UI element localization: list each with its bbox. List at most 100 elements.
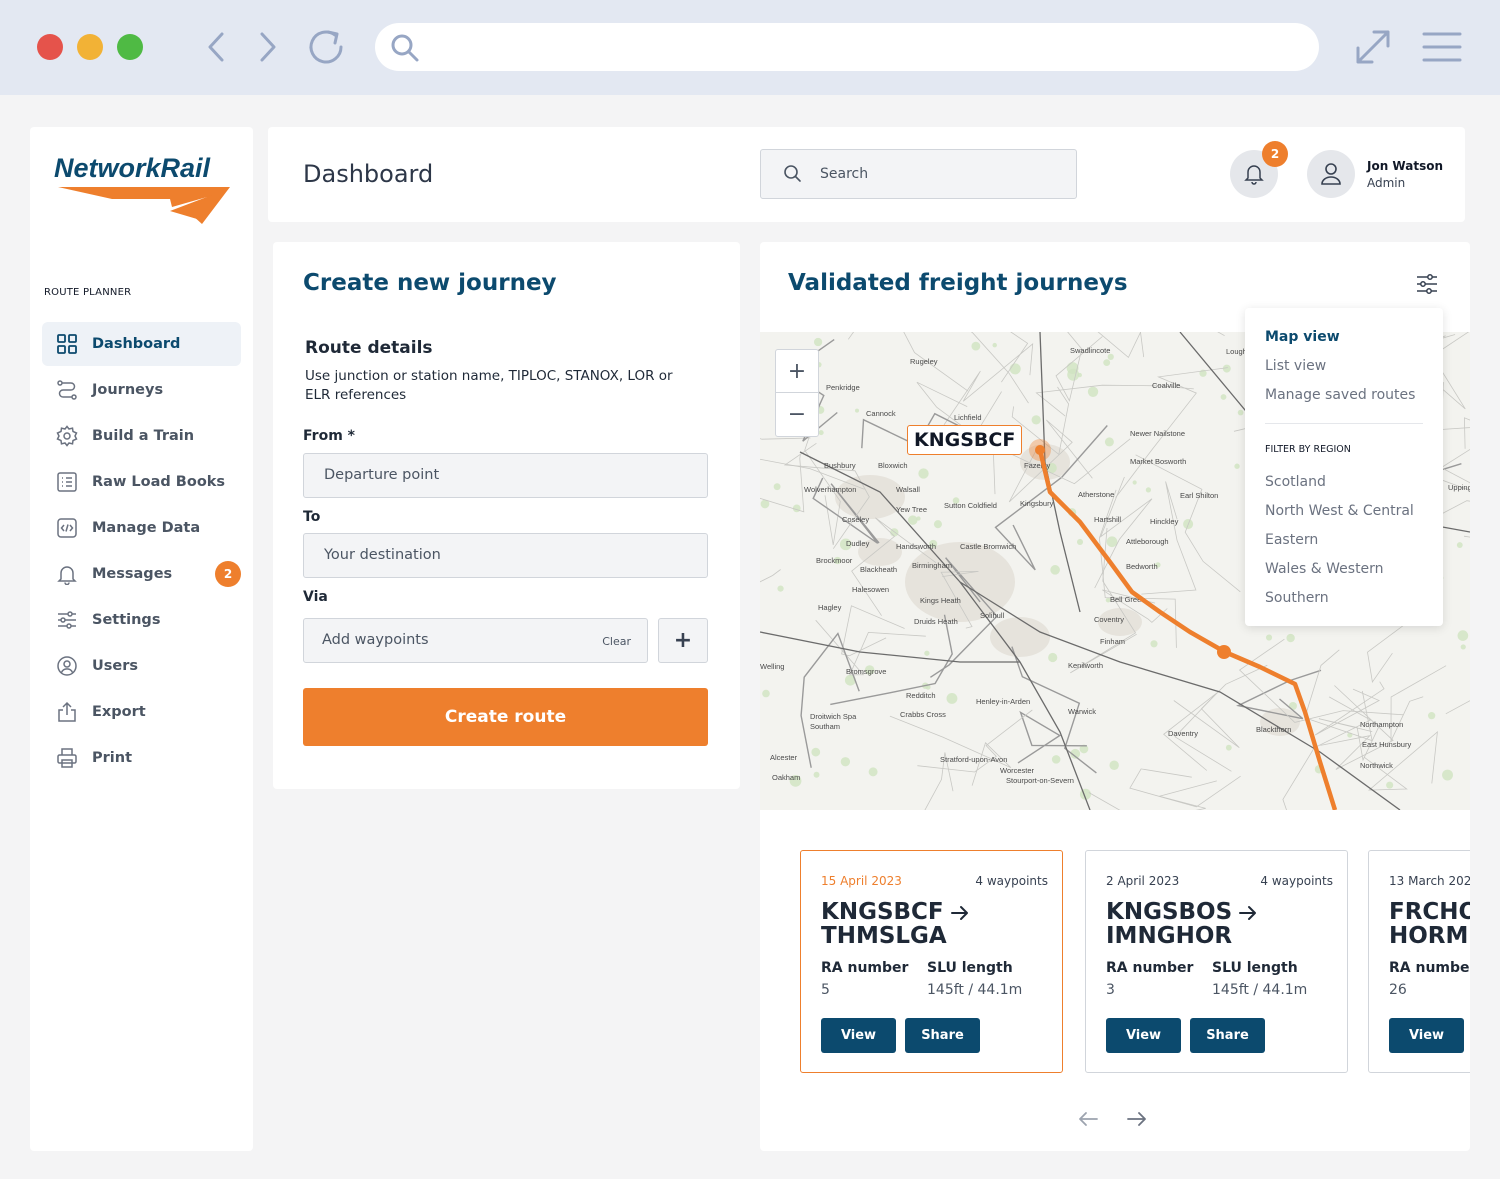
map-place-label: Oakham	[772, 773, 800, 782]
sidebar-item-dashboard[interactable]: Dashboard	[42, 322, 241, 366]
sidebar-item-label: Export	[92, 704, 146, 720]
address-bar[interactable]	[375, 23, 1319, 71]
sliders-icon	[58, 611, 76, 629]
journey-card[interactable]: 15 April 2023 4 waypoints KNGSBCF THMSLG…	[800, 850, 1063, 1073]
map-place-label: Wolverhampton	[804, 485, 856, 494]
sidebar-item-print[interactable]: Print	[42, 736, 241, 780]
map-place-label: Northwick	[1360, 761, 1393, 770]
map-place-label: Northampton	[1360, 720, 1403, 729]
journey-from-code: KNGSBCF	[821, 899, 944, 925]
share-button[interactable]: Share	[1190, 1018, 1265, 1053]
map-place-label: East Hunsbury	[1362, 740, 1411, 749]
printer-icon	[57, 748, 77, 768]
map-place-label: Halesowen	[852, 585, 889, 594]
journey-waypoints: 4 waypoints	[1260, 874, 1333, 888]
code-icon	[57, 518, 77, 538]
user-circle-icon	[57, 656, 77, 676]
map-place-label: Walsall	[896, 485, 920, 494]
map-place-label: Druids Heath	[914, 617, 958, 626]
list-view-option[interactable]: List view	[1265, 358, 1326, 374]
minimize-window-button[interactable]	[77, 34, 103, 60]
view-button[interactable]: View	[1389, 1018, 1464, 1053]
slu-length-label: SLU length	[1212, 960, 1298, 976]
create-route-button[interactable]: Create route	[303, 688, 708, 746]
close-window-button[interactable]	[37, 34, 63, 60]
maximize-window-button[interactable]	[117, 34, 143, 60]
user-role: Admin	[1367, 176, 1406, 190]
journey-card[interactable]: 13 March 2023 FRCHOSS HORMING RA number …	[1368, 850, 1470, 1073]
page-title: Dashboard	[303, 160, 434, 188]
map-place-label: Redditch	[906, 691, 936, 700]
region-north-west-central[interactable]: North West & Central	[1265, 503, 1414, 519]
search-placeholder: Search	[820, 166, 869, 182]
map-place-label: Bedworth	[1126, 562, 1158, 571]
map-view-option[interactable]: Map view	[1265, 329, 1340, 345]
dropdown-divider	[1265, 423, 1423, 424]
filter-sliders-icon[interactable]	[1415, 272, 1439, 296]
networkrail-logo[interactable]: NetworkRail	[52, 149, 237, 229]
via-field[interactable]: Add waypoints Clear	[303, 618, 648, 663]
previous-page-icon[interactable]	[1077, 1109, 1099, 1129]
avatar[interactable]	[1307, 150, 1355, 198]
sidebar-item-messages[interactable]: Messages 2	[42, 552, 241, 596]
sidebar-item-raw-load-books[interactable]: Raw Load Books	[42, 460, 241, 504]
sidebar-item-users[interactable]: Users	[42, 644, 241, 688]
map-place-label: Daventry	[1168, 729, 1198, 738]
to-field[interactable]: Your destination	[303, 533, 708, 578]
map-place-label: Coventry	[1094, 615, 1124, 624]
list-icon	[57, 472, 77, 492]
region-wales-western[interactable]: Wales & Western	[1265, 561, 1384, 577]
map-place-label: Kenilworth	[1068, 661, 1103, 670]
region-scotland[interactable]: Scotland	[1265, 474, 1326, 490]
map-place-label: Droitwich Spa	[810, 712, 857, 721]
manage-saved-routes-option[interactable]: Manage saved routes	[1265, 387, 1415, 403]
sidebar-item-build-a-train[interactable]: Build a Train	[42, 414, 241, 458]
view-button[interactable]: View	[821, 1018, 896, 1053]
journey-to: THMSLGA	[821, 923, 947, 949]
region-southern[interactable]: Southern	[1265, 590, 1329, 606]
view-button[interactable]: View	[1106, 1018, 1181, 1053]
map-place-label: Atherstone	[1078, 490, 1114, 499]
route-waypoint-marker[interactable]	[1217, 645, 1231, 659]
region-eastern[interactable]: Eastern	[1265, 532, 1318, 548]
add-waypoint-button[interactable]: +	[658, 618, 708, 663]
ra-number-value: 26	[1389, 982, 1407, 998]
forward-icon[interactable]	[256, 26, 282, 68]
expand-icon[interactable]	[1354, 28, 1392, 66]
journey-date: 2 April 2023	[1106, 874, 1180, 888]
from-field[interactable]: Departure point	[303, 453, 708, 498]
sidebar-item-settings[interactable]: Settings	[42, 598, 241, 642]
journey-to: HORMING	[1389, 923, 1470, 949]
sidebar-item-label: Messages	[92, 566, 173, 582]
map-place-label: Henley-in-Arden	[976, 697, 1030, 706]
next-page-icon[interactable]	[1126, 1109, 1148, 1129]
sidebar-item-label: Raw Load Books	[92, 474, 226, 490]
validated-journeys-title: Validated freight journeys	[788, 270, 1128, 296]
share-button[interactable]: Share	[905, 1018, 980, 1053]
search-input[interactable]: Search	[760, 149, 1077, 199]
sidebar-item-label: Settings	[92, 612, 161, 628]
menu-icon[interactable]	[1422, 30, 1462, 64]
back-icon[interactable]	[202, 26, 228, 68]
clear-waypoints-button[interactable]: Clear	[602, 635, 631, 648]
map-place-label: Hagley	[818, 603, 842, 612]
view-options-dropdown: Map view List view Manage saved routes F…	[1245, 308, 1443, 626]
journey-date: 13 March 2023	[1389, 874, 1470, 888]
journey-card[interactable]: 2 April 2023 4 waypoints KNGSBOS IMNGHOR…	[1085, 850, 1348, 1073]
slu-length-value: 145ft / 44.1m	[1212, 982, 1308, 998]
map-place-label: Alcester	[770, 753, 798, 762]
map-location-tag: KNGSBCF	[907, 425, 1023, 455]
bell-icon	[1244, 165, 1264, 185]
create-journey-card: Create new journey Route details Use jun…	[273, 242, 740, 789]
ra-number-label: RA number	[1106, 960, 1194, 976]
sidebar-item-export[interactable]: Export	[42, 690, 241, 734]
map-place-label: Yew Tree	[896, 505, 927, 514]
reload-icon[interactable]	[304, 24, 350, 70]
sidebar-item-manage-data[interactable]: Manage Data	[42, 506, 241, 550]
sidebar-item-journeys[interactable]: Journeys	[42, 368, 241, 412]
zoom-in-button[interactable]: +	[776, 350, 818, 393]
zoom-out-button[interactable]: −	[776, 393, 818, 436]
map-place-label: Finham	[1100, 637, 1125, 646]
journey-from-code: FRCHOSS	[1389, 899, 1470, 925]
map-place-label: Blackheath	[860, 565, 897, 574]
